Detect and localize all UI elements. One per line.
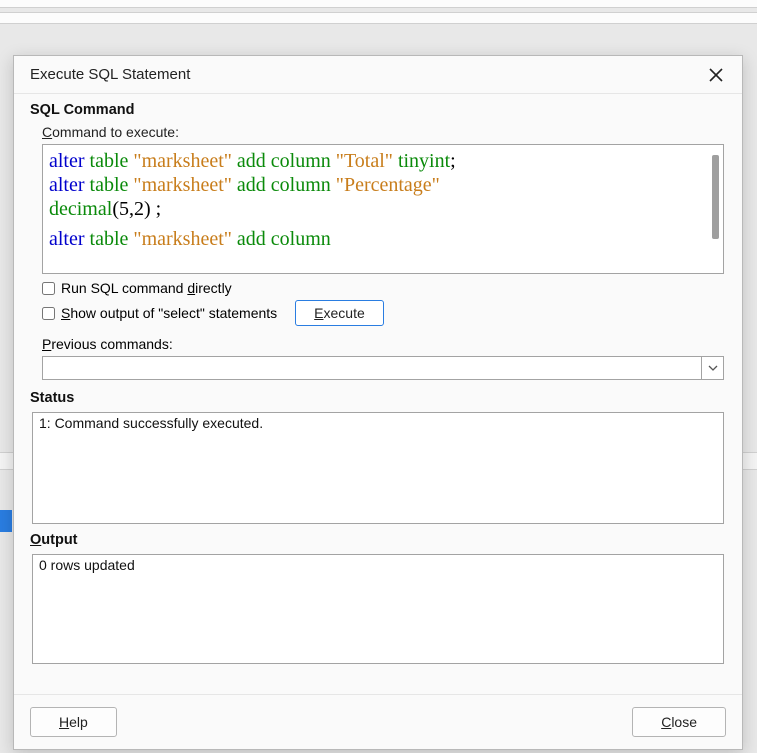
previous-commands-value[interactable]	[43, 357, 701, 379]
close-icon[interactable]	[704, 63, 728, 87]
dialog-body: SQL Command Command to execute: alter ta…	[14, 94, 742, 694]
background-toolbar-strip-2	[0, 12, 757, 24]
background-selection-marker	[0, 510, 12, 532]
sql-scrollbar-thumb[interactable]	[712, 155, 719, 239]
chevron-down-icon[interactable]	[701, 357, 723, 379]
output-box[interactable]: 0 rows updated	[32, 554, 724, 664]
sql-command-textarea[interactable]: alter table "marksheet" add column "Tota…	[42, 144, 724, 274]
run-sql-directly-checkbox[interactable]	[42, 282, 55, 295]
background-toolbar-strip	[0, 0, 757, 8]
output-text: 0 rows updated	[39, 557, 717, 573]
command-to-execute-label: Command to execute:	[42, 124, 726, 140]
dialog-titlebar: Execute SQL Statement	[14, 56, 742, 94]
show-output-checkbox[interactable]	[42, 307, 55, 320]
show-output-label: Show output of "select" statements	[61, 305, 277, 321]
dialog-title: Execute SQL Statement	[30, 66, 190, 83]
status-header: Status	[30, 390, 726, 406]
run-sql-directly-label: Run SQL command directly	[61, 280, 232, 296]
status-text: 1: Command successfully executed.	[39, 415, 717, 431]
sql-command-header: SQL Command	[30, 102, 726, 118]
execute-sql-dialog: Execute SQL Statement SQL Command Comman…	[13, 55, 743, 750]
help-button[interactable]: Help	[30, 707, 117, 737]
execute-button[interactable]: Execute	[295, 300, 384, 326]
close-button[interactable]: Close	[632, 707, 726, 737]
dialog-footer: Help Close	[14, 694, 742, 749]
status-box[interactable]: 1: Command successfully executed.	[32, 412, 724, 524]
output-header: Output	[30, 532, 726, 548]
run-direct-row: Run SQL command directly	[42, 280, 726, 296]
previous-commands-dropdown[interactable]	[42, 356, 724, 380]
previous-commands-label: Previous commands:	[42, 336, 726, 352]
